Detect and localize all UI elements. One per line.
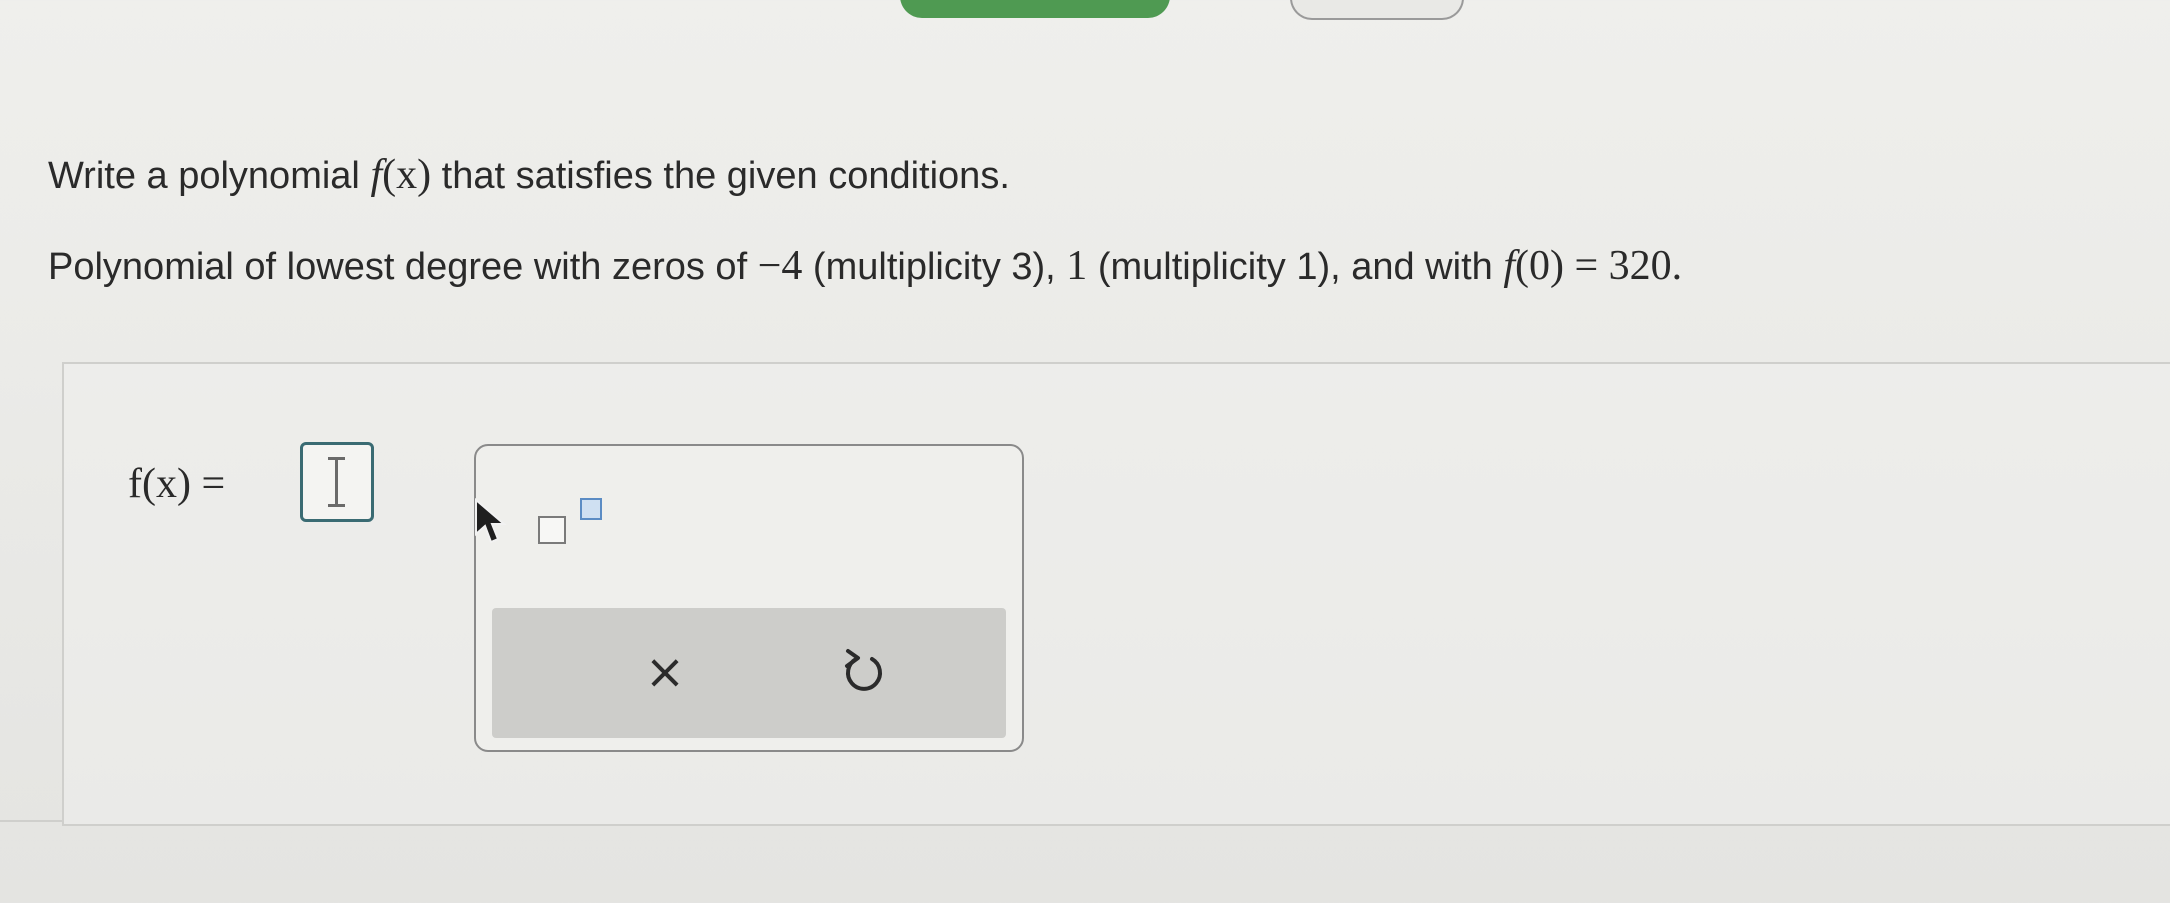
top-gray-tab[interactable] bbox=[1290, 0, 1464, 20]
divider bbox=[0, 820, 62, 822]
question-conditions: Polynomial of lowest degree with zeros o… bbox=[48, 241, 2148, 292]
answer-label: f(x) = bbox=[128, 461, 226, 507]
undo-button[interactable] bbox=[818, 632, 908, 712]
text-cursor-icon bbox=[328, 457, 345, 507]
condition-function-name: f bbox=[1503, 243, 1515, 289]
prompt-after-text: that satisfies the given conditions. bbox=[431, 155, 1010, 197]
answer-panel bbox=[62, 362, 2170, 826]
exponent-base-icon bbox=[538, 516, 566, 544]
palette-action-bar: × bbox=[492, 608, 1006, 738]
zero-value-1: −4 bbox=[757, 243, 803, 289]
conditions-text: Polynomial of lowest degree with zeros o… bbox=[48, 246, 758, 288]
question-prompt: Write a polynomial f(x) that satisfies t… bbox=[48, 150, 2148, 201]
top-green-tab[interactable] bbox=[900, 0, 1170, 18]
exponent-superscript-icon bbox=[580, 498, 602, 520]
zero-value-2: 1 bbox=[1066, 243, 1088, 289]
answer-input[interactable] bbox=[300, 442, 374, 522]
exponent-template-button[interactable] bbox=[538, 498, 614, 548]
undo-icon bbox=[845, 649, 882, 691]
clear-button[interactable]: × bbox=[620, 632, 710, 712]
prompt-function-arg: (x) bbox=[382, 152, 432, 198]
close-icon: × bbox=[644, 644, 686, 700]
prompt-before-text: Write a polynomial bbox=[48, 155, 371, 197]
prompt-function-name: f bbox=[370, 152, 383, 198]
question-text: Write a polynomial f(x) that satisfies t… bbox=[48, 150, 2148, 292]
condition-value: (0) = 320. bbox=[1514, 243, 1683, 289]
zero-multiplicity-1: (multiplicity 3), bbox=[802, 246, 1067, 288]
mouse-pointer-icon bbox=[475, 498, 507, 544]
zero-multiplicity-2: (multiplicity 1), and with bbox=[1087, 246, 1504, 288]
